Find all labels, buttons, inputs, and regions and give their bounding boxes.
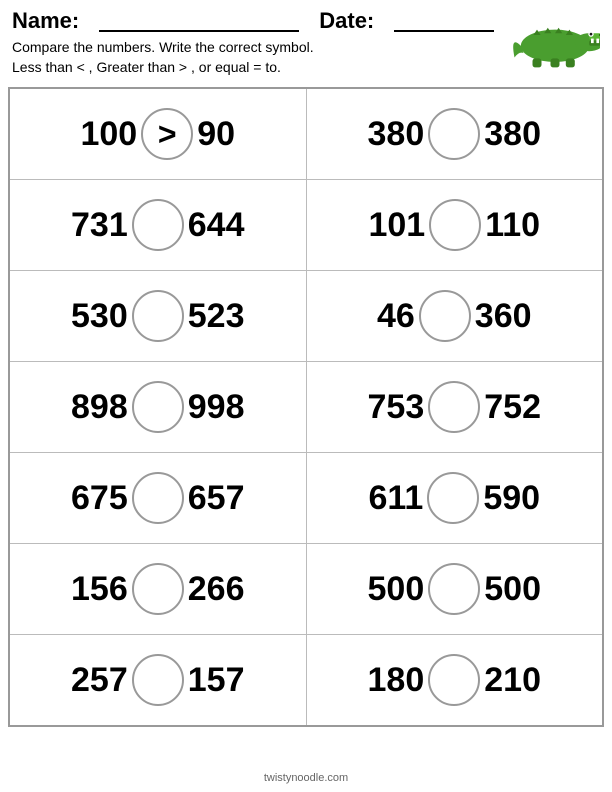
grid-cell-r0-c0: 100 >90 <box>10 89 307 179</box>
cell-content: 180 210 <box>368 654 541 706</box>
grid-cell-r3-c1: 753 752 <box>307 362 603 452</box>
symbol-circle[interactable] <box>132 290 184 342</box>
left-number: 530 <box>71 297 128 336</box>
right-number: 110 <box>485 206 540 245</box>
instructions-line2: Less than < , Greater than > , or equal … <box>12 58 510 78</box>
page-header: Name: Date: Compare the numbers. Write t… <box>0 0 612 81</box>
symbol-text: > <box>158 116 177 153</box>
left-number: 380 <box>368 115 425 154</box>
grid-row: 675 657 611 590 <box>10 453 602 544</box>
right-number: 590 <box>483 479 540 518</box>
left-number: 101 <box>368 206 425 245</box>
left-number: 753 <box>368 388 425 427</box>
right-number: 998 <box>188 388 245 427</box>
left-number: 100 <box>80 115 137 154</box>
right-number: 380 <box>484 115 541 154</box>
right-number: 266 <box>188 570 245 609</box>
date-input-line[interactable] <box>394 10 494 32</box>
cell-content: 380 380 <box>368 108 541 160</box>
cell-content: 530 523 <box>71 290 244 342</box>
cell-content: 257 157 <box>71 654 244 706</box>
symbol-circle[interactable] <box>428 563 480 615</box>
cell-content: 611 590 <box>368 472 540 524</box>
grid-cell-r1-c1: 101 110 <box>307 180 603 270</box>
header-left: Name: Date: Compare the numbers. Write t… <box>12 8 510 77</box>
instructions: Compare the numbers. Write the correct s… <box>12 38 510 77</box>
symbol-circle[interactable] <box>428 108 480 160</box>
grid-cell-r5-c1: 500 500 <box>307 544 603 634</box>
right-number: 90 <box>197 115 235 154</box>
instructions-line1: Compare the numbers. Write the correct s… <box>12 38 510 58</box>
cell-content: 46 360 <box>377 290 532 342</box>
left-number: 46 <box>377 297 415 336</box>
left-number: 156 <box>71 570 128 609</box>
footer-text: twistynoodle.com <box>0 768 612 788</box>
right-number: 644 <box>188 206 245 245</box>
grid-cell-r2-c1: 46 360 <box>307 271 603 361</box>
crocodile-image <box>510 8 600 73</box>
left-number: 898 <box>71 388 128 427</box>
symbol-circle[interactable] <box>132 654 184 706</box>
cell-content: 101 110 <box>368 199 540 251</box>
right-number: 523 <box>188 297 245 336</box>
date-label: Date: <box>319 8 374 34</box>
grid-cell-r1-c0: 731 644 <box>10 180 307 270</box>
right-number: 210 <box>484 661 541 700</box>
symbol-circle[interactable] <box>132 472 184 524</box>
left-number: 500 <box>368 570 425 609</box>
name-input-line[interactable] <box>99 10 299 32</box>
left-number: 731 <box>71 206 128 245</box>
grid-row: 257 157 180 210 <box>10 635 602 725</box>
symbol-circle[interactable] <box>428 381 480 433</box>
grid-row: 156 266 500 500 <box>10 544 602 635</box>
left-number: 257 <box>71 661 128 700</box>
symbol-circle[interactable] <box>428 654 480 706</box>
symbol-circle[interactable]: > <box>141 108 193 160</box>
symbol-circle[interactable] <box>132 563 184 615</box>
cell-content: 100 >90 <box>80 108 235 160</box>
right-number: 360 <box>475 297 532 336</box>
name-date-row: Name: Date: <box>12 8 510 34</box>
name-label: Name: <box>12 8 79 34</box>
cell-content: 753 752 <box>368 381 541 433</box>
grid-row: 100 >90 380 380 <box>10 89 602 180</box>
grid-cell-r4-c1: 611 590 <box>307 453 603 543</box>
right-number: 500 <box>484 570 541 609</box>
symbol-circle[interactable] <box>132 381 184 433</box>
grid-row: 530 523 46 360 <box>10 271 602 362</box>
cell-content: 731 644 <box>71 199 244 251</box>
grid-row: 898 998 753 752 <box>10 362 602 453</box>
symbol-circle[interactable] <box>429 199 481 251</box>
symbol-circle[interactable] <box>132 199 184 251</box>
right-number: 752 <box>484 388 541 427</box>
grid-cell-r6-c1: 180 210 <box>307 635 603 725</box>
left-number: 675 <box>71 479 128 518</box>
grid-row: 731 644 101 110 <box>10 180 602 271</box>
cell-content: 156 266 <box>71 563 244 615</box>
right-number: 157 <box>188 661 245 700</box>
cell-content: 500 500 <box>368 563 541 615</box>
grid-cell-r5-c0: 156 266 <box>10 544 307 634</box>
left-number: 611 <box>368 479 423 518</box>
grid-cell-r6-c0: 257 157 <box>10 635 307 725</box>
comparison-grid: 100 >90 380 380 731 644 101 110 530 523 46 360 898 99… <box>8 87 604 727</box>
left-number: 180 <box>368 661 425 700</box>
right-number: 657 <box>188 479 245 518</box>
symbol-circle[interactable] <box>419 290 471 342</box>
grid-cell-r4-c0: 675 657 <box>10 453 307 543</box>
grid-cell-r2-c0: 530 523 <box>10 271 307 361</box>
grid-cell-r3-c0: 898 998 <box>10 362 307 452</box>
cell-content: 675 657 <box>71 472 244 524</box>
symbol-circle[interactable] <box>427 472 479 524</box>
grid-cell-r0-c1: 380 380 <box>307 89 603 179</box>
cell-content: 898 998 <box>71 381 244 433</box>
